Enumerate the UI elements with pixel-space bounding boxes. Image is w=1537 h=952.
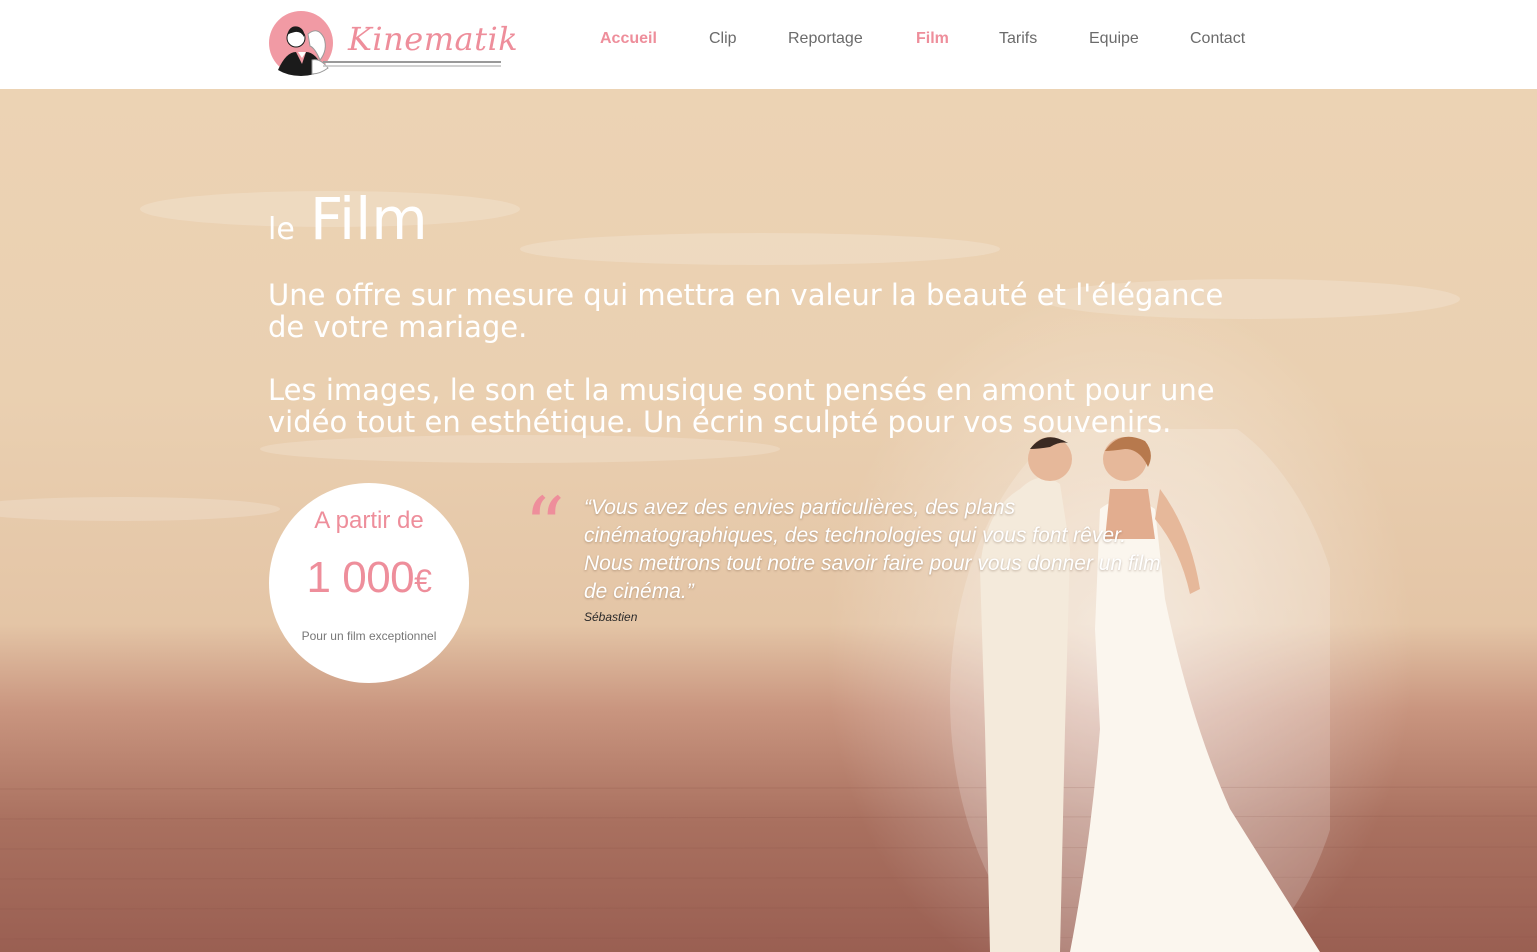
hero-section: le Film Une offre sur mesure qui mettra … — [0, 89, 1537, 952]
site-header: Kinematik Accueil Clip Reportage Film Ta… — [0, 0, 1537, 89]
page: Kinematik Accueil Clip Reportage Film Ta… — [0, 0, 1537, 952]
nav-item-tarifs[interactable]: Tarifs — [999, 30, 1037, 48]
price-subtitle: Pour un film exceptionnel — [301, 629, 437, 643]
logo-underline-icon — [323, 61, 501, 67]
hero-paragraph-1: Une offre sur mesure qui mettra en valeu… — [268, 278, 1224, 344]
nav-item-equipe[interactable]: Equipe — [1089, 30, 1139, 48]
nav-item-clip[interactable]: Clip — [709, 30, 737, 48]
hero-title-main: Film — [309, 185, 428, 253]
logo[interactable]: Kinematik — [268, 8, 518, 78]
price-amount: 1 000€ — [269, 553, 469, 603]
nav-item-film[interactable]: Film — [916, 30, 949, 48]
nav-item-accueil[interactable]: Accueil — [600, 30, 657, 48]
price-label: A partir de — [314, 507, 424, 534]
nav-item-reportage[interactable]: Reportage — [788, 30, 863, 48]
hero-title: le Film — [268, 185, 428, 253]
testimonial-author: Sébastien — [584, 610, 638, 624]
logo-text: Kinematik — [348, 20, 519, 58]
testimonial-quote: “Vous avez des envies particulières, des… — [584, 496, 1161, 603]
price-currency: € — [414, 563, 432, 599]
quote-mark-icon: “ — [524, 480, 565, 573]
price-value: 1 000 — [306, 553, 415, 602]
hero-paragraph-2: Les images, le son et la musique sont pe… — [268, 373, 1215, 439]
nav-item-contact[interactable]: Contact — [1190, 30, 1245, 48]
hero-title-prefix: le — [268, 212, 295, 247]
price-badge: A partir de 1 000€ Pour un film exceptio… — [269, 483, 469, 683]
